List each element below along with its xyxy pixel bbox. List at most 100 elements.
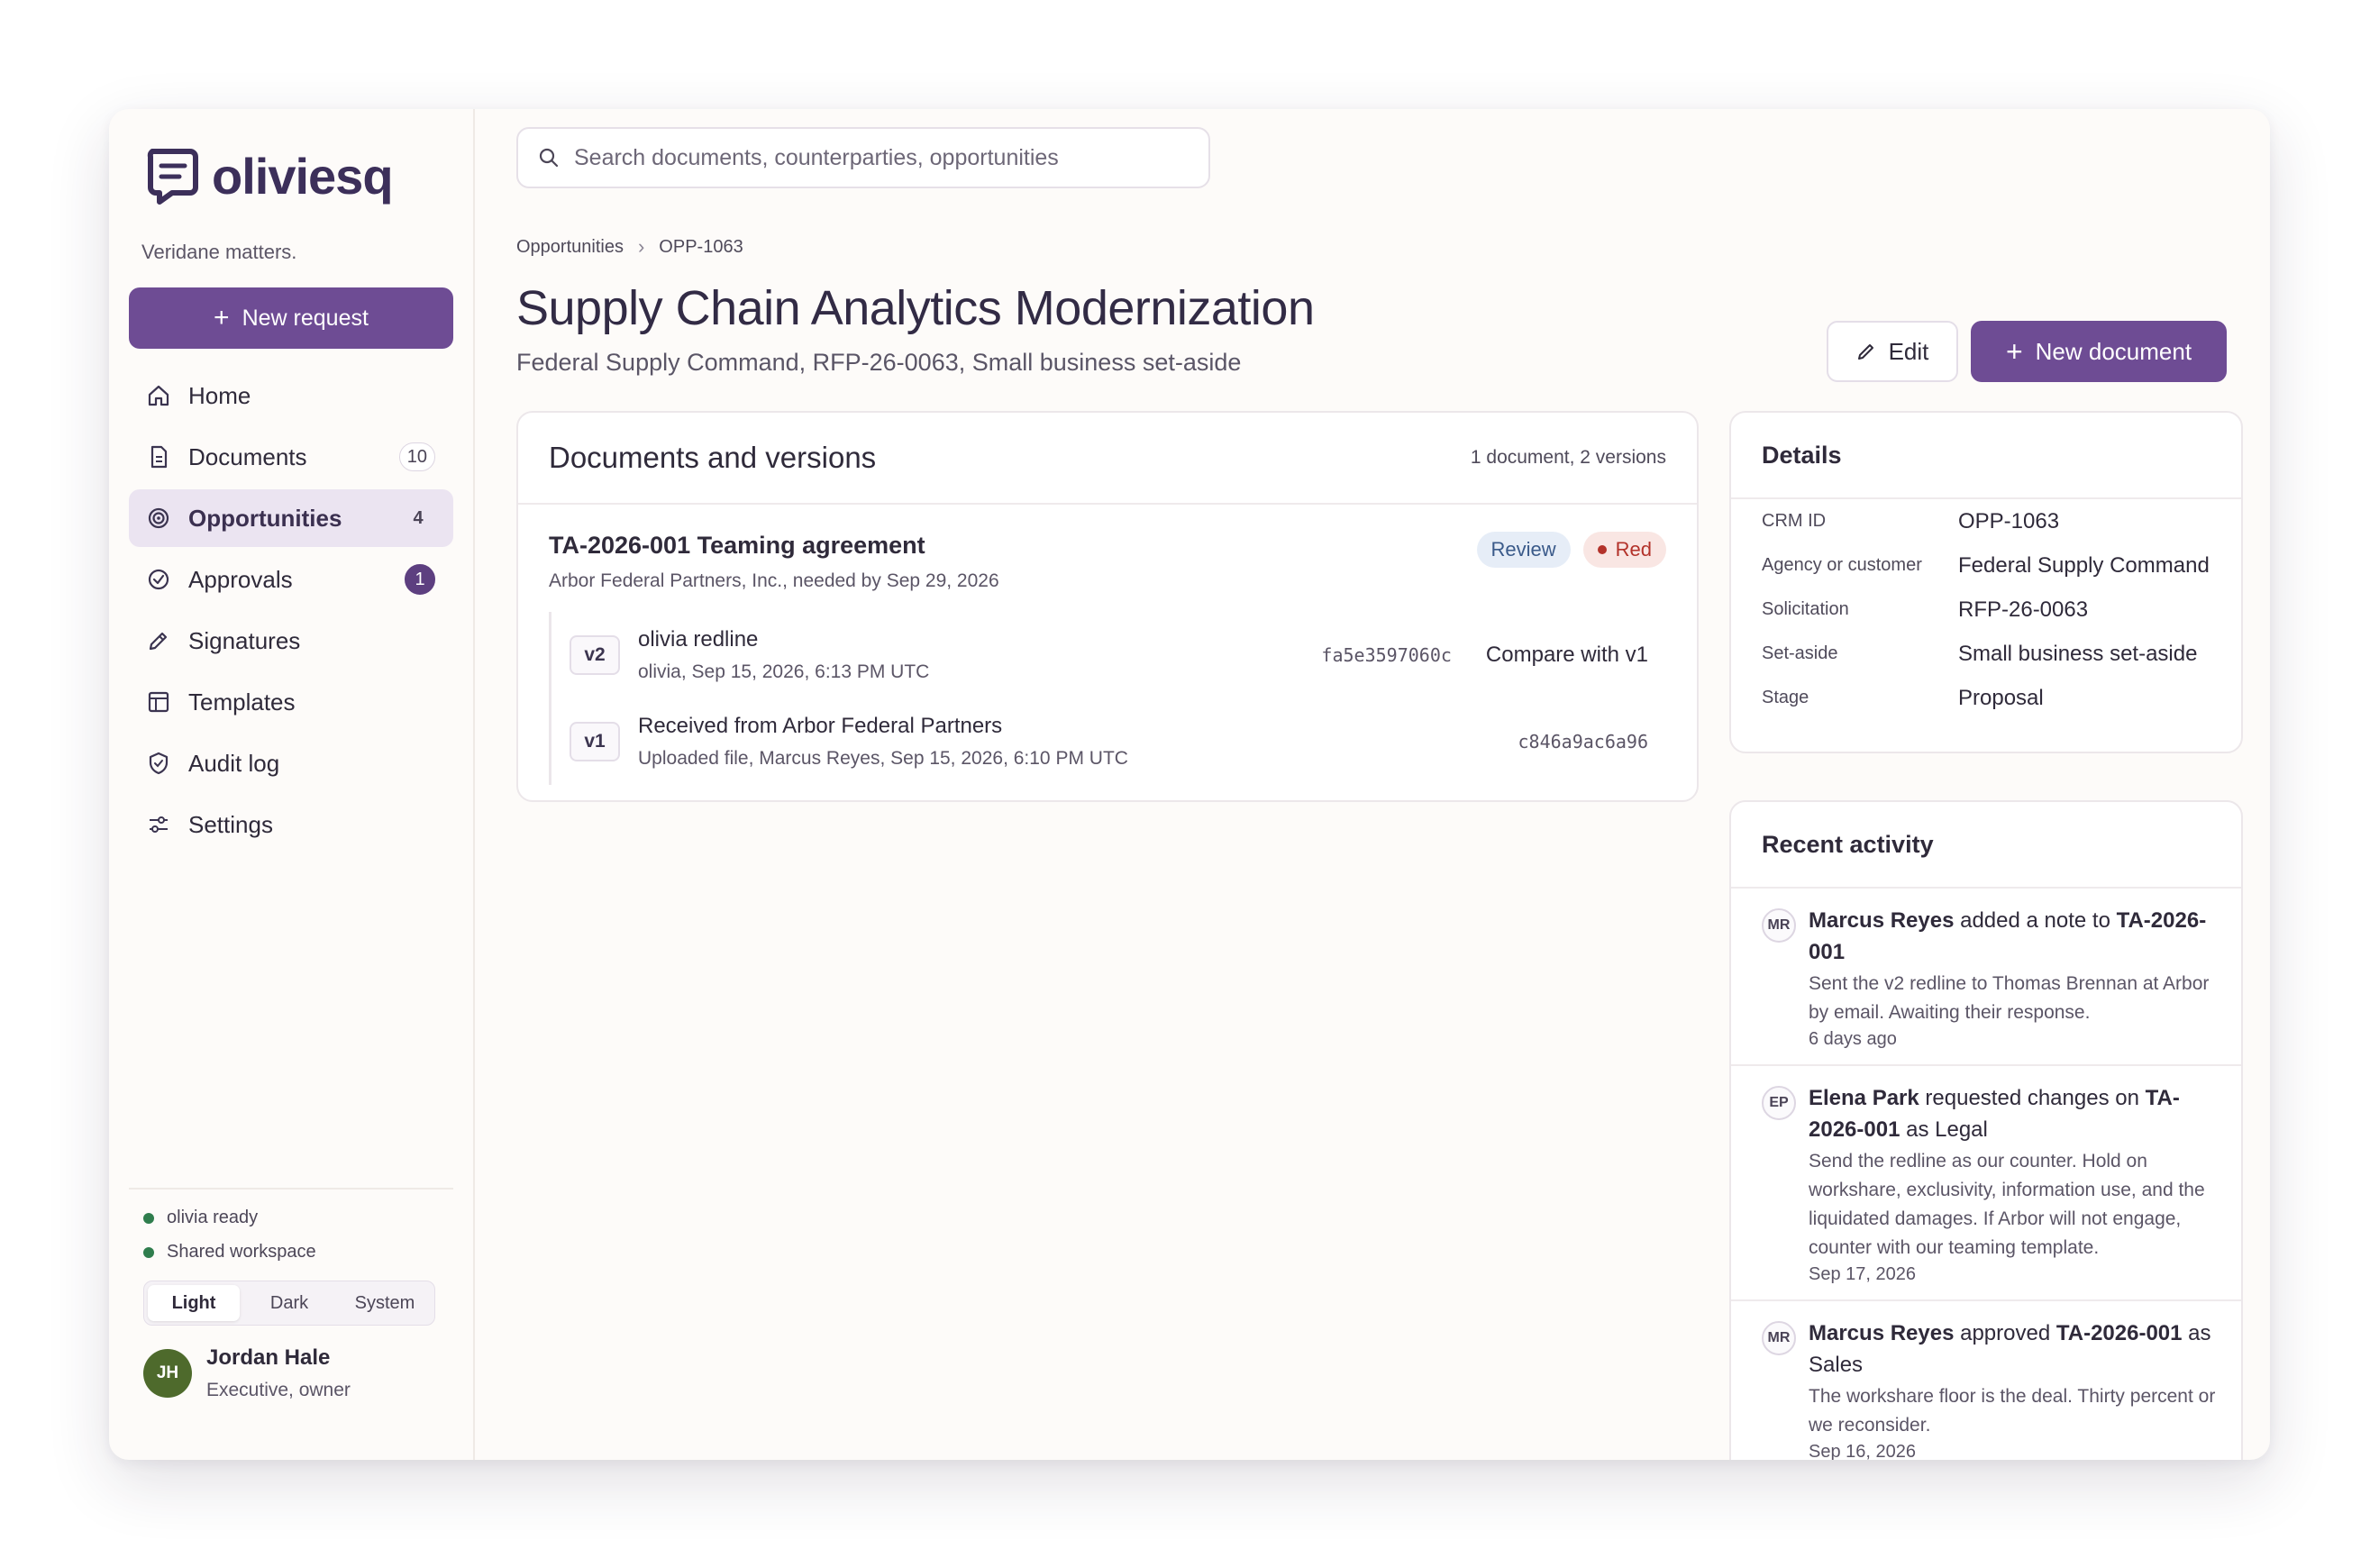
version-row: v1 Received from Arbor Federal Partners …	[570, 698, 1666, 785]
version-tag: v2	[570, 635, 620, 675]
sidebar-item-signatures[interactable]: Signatures	[129, 612, 453, 670]
edit-label: Edit	[1888, 337, 1929, 365]
theme-toggle: Light Dark System	[143, 1281, 435, 1326]
search-input[interactable]	[574, 144, 1189, 171]
user-profile[interactable]: JH Jordan Hale Executive, owner	[143, 1345, 453, 1401]
document-name[interactable]: TA-2026-001 Teaming agreement	[549, 532, 999, 560]
activity-target[interactable]: TA-2026-001	[2056, 1321, 2183, 1345]
detail-value: Federal Supply Command	[1958, 552, 2210, 578]
activity-verb: requested changes on	[1919, 1086, 2146, 1110]
chevron-right-icon: ›	[637, 235, 645, 258]
detail-row: Set-aside Small business set-aside	[1731, 632, 2241, 676]
detail-label: Agency or customer	[1762, 555, 1922, 575]
breadcrumb: Opportunities › OPP-1063	[516, 235, 2227, 259]
breadcrumb-opportunities[interactable]: Opportunities	[516, 237, 624, 258]
activity-note: Sent the v2 redline to Thomas Brennan at…	[1809, 973, 2210, 1023]
activity-item: MR Marcus Reyes added a note to TA-2026-…	[1731, 889, 2241, 1066]
shield-icon	[147, 752, 170, 775]
sidebar-item-label: Approvals	[188, 565, 293, 593]
sidebar: oliviesq Veridane matters. + New request…	[109, 109, 475, 1460]
status-badge: Review	[1476, 532, 1571, 568]
version-subtitle: olivia, Sep 15, 2026, 6:13 PM UTC	[638, 661, 930, 682]
new-document-button[interactable]: + New document	[1971, 321, 2227, 382]
activity-note: The workshare floor is the deal. Thirty …	[1809, 1386, 2216, 1436]
documents-card-header: Documents and versions 1 document, 2 ver…	[518, 413, 1697, 505]
version-list: v2 olivia redline olivia, Sep 15, 2026, …	[549, 612, 1666, 785]
new-request-button[interactable]: + New request	[129, 287, 453, 349]
sidebar-item-opportunities[interactable]: Opportunities 4	[129, 489, 453, 547]
check-circle-icon	[147, 568, 170, 591]
pen-icon	[147, 629, 170, 652]
detail-value: RFP-26-0063	[1958, 597, 2089, 622]
search-icon	[539, 148, 559, 168]
document-meta: Arbor Federal Partners, Inc., needed by …	[549, 570, 999, 591]
detail-value: Proposal	[1958, 685, 2044, 710]
documents-count-badge: 10	[398, 442, 435, 471]
tagline: Veridane matters.	[141, 241, 297, 263]
theme-option-light[interactable]: Light	[148, 1285, 240, 1321]
sidebar-item-label: Templates	[188, 688, 296, 716]
main-content: Opportunities › OPP-1063 Supply Chain An…	[475, 109, 2270, 1460]
theme-option-dark[interactable]: Dark	[243, 1285, 335, 1321]
opportunities-count-badge: 4	[413, 507, 424, 528]
workspace-status-text: Shared workspace	[167, 1242, 316, 1262]
detail-row: Agency or customer Federal Supply Comman…	[1731, 543, 2241, 588]
activity-suffix: as Legal	[1900, 1117, 1988, 1142]
app-name: oliviesq	[212, 147, 394, 205]
activity-headline: Marcus Reyes added a note to TA-2026-001	[1809, 905, 2218, 968]
breadcrumb-current: OPP-1063	[659, 236, 743, 257]
search-bar	[516, 127, 1210, 188]
approvals-count-badge: 1	[405, 564, 435, 595]
activity-time: Sep 17, 2026	[1809, 1264, 1916, 1284]
sidebar-item-templates[interactable]: Templates	[129, 673, 453, 731]
sidebar-item-home[interactable]: Home	[129, 367, 453, 424]
detail-value: OPP-1063	[1958, 508, 2060, 533]
logo-mark-icon	[147, 149, 198, 205]
detail-row: Solicitation RFP-26-0063	[1731, 588, 2241, 632]
detail-label: Stage	[1762, 688, 1809, 707]
version-hash: fa5e3597060c	[1321, 644, 1452, 666]
sidebar-item-settings[interactable]: Settings	[129, 796, 453, 853]
user-name: Jordan Hale	[206, 1345, 331, 1370]
activity-time: 6 days ago	[1809, 1029, 1897, 1049]
detail-label: Solicitation	[1762, 599, 1849, 619]
activity-item: MR Marcus Reyes approved TA-2026-001 as …	[1731, 1301, 2241, 1460]
compare-button[interactable]: Compare with v1	[1486, 643, 1648, 668]
avatar: EP	[1762, 1086, 1796, 1120]
activity-headline: Marcus Reyes approved TA-2026-001 as Sal…	[1809, 1317, 2218, 1381]
risk-badge-label: Red	[1615, 538, 1652, 561]
workspace-status: Shared workspace	[143, 1242, 453, 1263]
theme-option-system[interactable]: System	[339, 1285, 431, 1321]
status-dot-icon	[143, 1246, 154, 1258]
risk-dot-icon	[1597, 545, 1607, 554]
avatar: JH	[143, 1349, 192, 1398]
logo[interactable]: oliviesq	[145, 145, 453, 206]
olivia-status: olivia ready	[143, 1208, 453, 1228]
sliders-icon	[147, 813, 170, 836]
status-dot-icon	[143, 1212, 154, 1224]
user-role: Executive, owner	[206, 1380, 351, 1400]
pencil-icon	[1857, 344, 1873, 360]
activity-actor: Marcus Reyes	[1809, 908, 1955, 933]
sidebar-item-label: Documents	[188, 442, 307, 470]
version-title[interactable]: olivia redline	[638, 627, 1321, 652]
olivia-status-text: olivia ready	[167, 1208, 259, 1227]
plus-icon: +	[2005, 335, 2023, 368]
recent-activity-card: Recent activity MR Marcus Reyes added a …	[1729, 800, 2243, 1460]
sidebar-item-approvals[interactable]: Approvals 1	[129, 551, 453, 608]
version-title[interactable]: Received from Arbor Federal Partners	[638, 714, 1518, 739]
sidebar-item-label: Home	[188, 381, 251, 409]
edit-button[interactable]: Edit	[1827, 321, 1958, 382]
detail-row: CRM ID OPP-1063	[1731, 499, 2241, 543]
app-window: oliviesq Veridane matters. + New request…	[109, 109, 2270, 1460]
activity-note: Send the redline as our counter. Hold on…	[1809, 1151, 2205, 1258]
details-title: Details	[1731, 413, 2241, 499]
sidebar-item-audit-log[interactable]: Audit log	[129, 734, 453, 792]
sidebar-item-documents[interactable]: Documents 10	[129, 428, 453, 486]
activity-headline: Elena Park requested changes on TA-2026-…	[1809, 1082, 2218, 1145]
document-item: TA-2026-001 Teaming agreement Arbor Fede…	[518, 505, 1697, 785]
version-hash: c846a9ac6a96	[1518, 731, 1649, 752]
sidebar-item-label: Audit log	[188, 749, 280, 777]
details-card: Details CRM ID OPP-1063 Agency or custom…	[1729, 411, 2243, 753]
documents-card: Documents and versions 1 document, 2 ver…	[516, 411, 1699, 802]
